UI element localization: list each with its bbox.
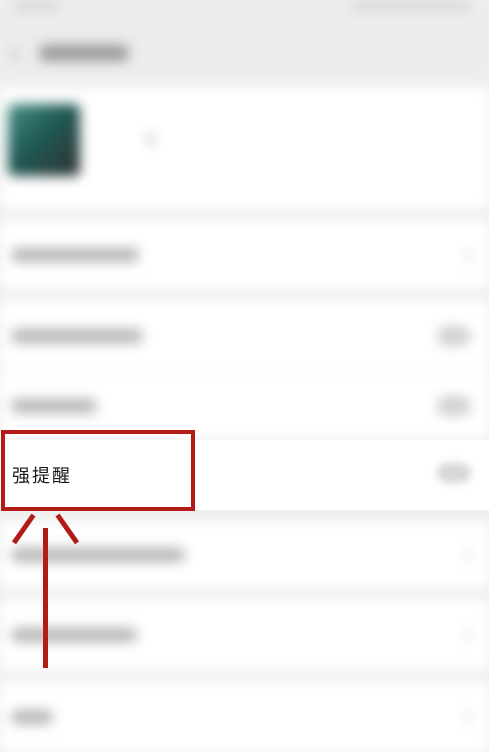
- settings-row-label: [12, 399, 96, 413]
- settings-row-label: [12, 710, 52, 724]
- settings-row-label: [12, 628, 136, 642]
- avatar[interactable]: [8, 104, 80, 176]
- top-nav-bar: ‹: [0, 14, 489, 76]
- settings-row-label: [12, 548, 184, 562]
- back-arrow-icon[interactable]: ‹: [10, 42, 18, 66]
- settings-row-label: [12, 248, 138, 262]
- strong-reminder-toggle[interactable]: [437, 463, 471, 483]
- status-bar-right: [351, 2, 471, 10]
- status-bar: [0, 0, 489, 14]
- status-bar-left: [14, 2, 60, 10]
- toggle-switch[interactable]: [437, 326, 471, 346]
- settings-row[interactable]: [0, 682, 489, 752]
- up-arrow-icon: [43, 528, 48, 668]
- annotation-highlight-box: [1, 430, 195, 511]
- blurred-background: ‹: [0, 0, 489, 752]
- settings-screen: ‹ 强提醒: [0, 0, 489, 752]
- header-indicator: [146, 134, 156, 144]
- settings-row-label: [12, 329, 142, 343]
- toggle-switch[interactable]: [437, 396, 471, 416]
- page-title: [40, 45, 128, 61]
